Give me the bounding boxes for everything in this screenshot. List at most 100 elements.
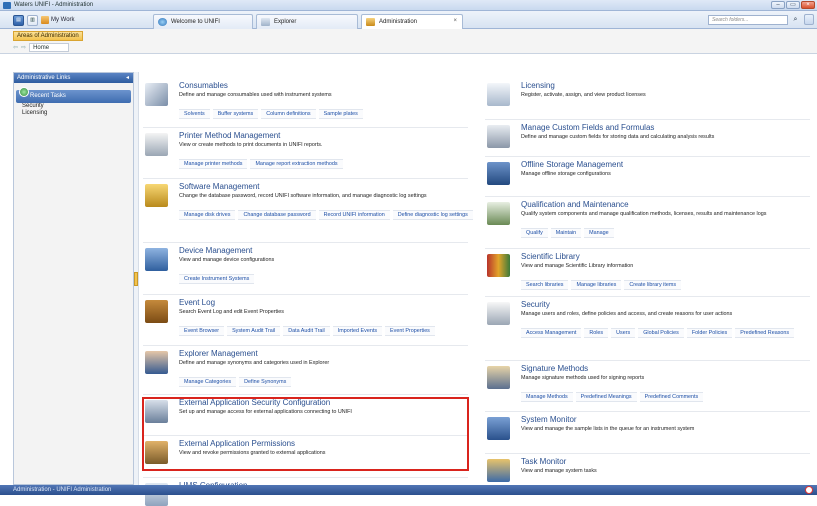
maximize-button[interactable]: ▭ [786, 1, 800, 9]
tab-administration[interactable]: Administration × [361, 14, 463, 29]
section-title[interactable]: Software Management [179, 182, 260, 191]
link-define-synonyms[interactable]: Define Synonyms [239, 377, 292, 387]
splitter-grip[interactable] [134, 272, 138, 286]
section-description: Change the database password, record UNI… [179, 193, 427, 199]
section-divider [143, 242, 468, 243]
link-manage-disk-drives[interactable]: Manage disk drives [179, 210, 236, 220]
minimize-button[interactable]: – [771, 1, 785, 9]
section-title[interactable]: Signature Methods [521, 364, 588, 373]
link-change-database-password[interactable]: Change database password [238, 210, 316, 220]
sidebar-item-licensing[interactable]: Licensing [14, 110, 133, 117]
link-imported-events[interactable]: Imported Events [332, 326, 383, 336]
link-solvents[interactable]: Solvents [179, 109, 210, 119]
notification-icon[interactable] [805, 486, 813, 494]
status-bar: Administration - UNIFI Administration [0, 485, 817, 495]
section-description: View and manage Scientific Library infor… [521, 263, 634, 269]
forward-arrow-icon[interactable]: ⇨ [21, 44, 26, 51]
link-sample-plates[interactable]: Sample plates [318, 109, 363, 119]
link-manage-categories[interactable]: Manage Categories [179, 377, 237, 387]
explorer-icon [261, 18, 270, 26]
section-title[interactable]: Licensing [521, 81, 555, 90]
link-column-definitions[interactable]: Column definitions [261, 109, 316, 119]
qualification-icon [487, 202, 510, 225]
close-tab-icon[interactable]: × [453, 18, 457, 24]
link-event-browser[interactable]: Event Browser [179, 326, 225, 336]
collapse-panel-icon[interactable]: ◂ [126, 73, 129, 83]
link-predefined-comments[interactable]: Predefined Comments [639, 392, 704, 402]
areas-of-administration-label: Areas of Administration [13, 31, 83, 41]
layout-menu-button[interactable]: ▥ [27, 14, 38, 26]
section-links: Manage disk drives Change database passwo… [179, 210, 479, 220]
section-title[interactable]: Offline Storage Management [521, 160, 623, 169]
section-links: Solvents Buffer systems Column definitions… [179, 109, 479, 119]
link-manage-report-extraction-methods[interactable]: Manage report extraction methods [250, 159, 343, 169]
back-arrow-icon[interactable]: ⇦ [13, 44, 18, 51]
link-data-audit-trail[interactable]: Data Audit Trail [283, 326, 330, 336]
section-title[interactable]: Device Management [179, 246, 252, 255]
section-divider [143, 394, 468, 395]
link-global-policies[interactable]: Global Policies [638, 328, 684, 338]
link-users[interactable]: Users [611, 328, 636, 338]
link-access-management[interactable]: Access Management [521, 328, 582, 338]
section-divider [143, 294, 468, 295]
section-links: Access Management Roles Users Global Polici… [521, 328, 817, 338]
administration-icon [366, 18, 375, 26]
link-manage-libraries[interactable]: Manage libraries [571, 280, 622, 290]
section-title[interactable]: Consumables [179, 81, 228, 90]
link-predefined-reasons[interactable]: Predefined Reasons [735, 328, 795, 338]
section-title[interactable]: Qualification and Maintenance [521, 200, 629, 209]
link-system-audit-trail[interactable]: System Audit Trail [227, 326, 281, 336]
section-title[interactable]: Explorer Management [179, 349, 258, 358]
recent-tasks-label: Recent Tasks [30, 93, 66, 99]
tab-explorer[interactable]: Explorer [256, 14, 358, 29]
link-define-diagnostic-log-settings[interactable]: Define diagnostic log settings [392, 210, 473, 220]
section-description: View and manage system tasks [521, 468, 597, 474]
section-title[interactable]: Scientific Library [521, 252, 580, 261]
section-title[interactable]: System Monitor [521, 415, 577, 424]
link-buffer-systems[interactable]: Buffer systems [212, 109, 259, 119]
tab-label: Explorer [274, 19, 297, 25]
my-work-icon [41, 16, 49, 24]
close-window-button[interactable]: × [801, 1, 815, 9]
sidebar-item-security[interactable]: Security [14, 103, 133, 110]
section-title[interactable]: Security [521, 300, 550, 309]
link-manage-printer-methods[interactable]: Manage printer methods [179, 159, 248, 169]
help-icon[interactable] [804, 14, 814, 25]
section-title[interactable]: Manage Custom Fields and Formulas [521, 123, 654, 132]
areas-bar: Areas of Administration ⇦ ⇨ Home [0, 29, 817, 54]
search-folders-input[interactable]: Search folders... [708, 15, 788, 25]
my-work-button[interactable]: My Work [41, 16, 75, 24]
section-links: Event Browser System Audit Trail Data Audi… [179, 326, 479, 336]
section-title[interactable]: Task Monitor [521, 457, 566, 466]
tab-welcome[interactable]: Welcome to UNIFI [153, 14, 253, 29]
tab-label: Welcome to UNIFI [171, 19, 220, 25]
link-predefined-meanings[interactable]: Predefined Meanings [575, 392, 637, 402]
section-divider [485, 196, 810, 197]
device-icon [145, 248, 168, 271]
section-divider [143, 127, 468, 128]
breadcrumb-home[interactable]: Home [29, 43, 70, 52]
link-qualify[interactable]: Qualify [521, 228, 548, 238]
user-folder-icon [145, 351, 168, 374]
section-divider [485, 296, 810, 297]
view-menu-button[interactable]: ▤ [13, 14, 24, 26]
search-icon[interactable]: ⌕ [790, 14, 801, 25]
link-create-library-items[interactable]: Create library items [624, 280, 682, 290]
link-maintain[interactable]: Maintain [550, 228, 582, 238]
link-create-instrument-systems[interactable]: Create Instrument Systems [179, 274, 255, 284]
section-description: Search Event Log and edit Event Properti… [179, 309, 284, 315]
security-shield-icon [487, 302, 510, 325]
link-roles[interactable]: Roles [584, 328, 609, 338]
section-description: Define and manage consumables used with … [179, 92, 332, 98]
link-folder-policies[interactable]: Folder Policies [686, 328, 733, 338]
link-manage[interactable]: Manage [584, 228, 614, 238]
link-record-unifi-information[interactable]: Record UNIFI information [318, 210, 390, 220]
status-text: Administration - UNIFI Administration [13, 487, 112, 493]
signature-icon [487, 366, 510, 389]
link-event-properties[interactable]: Event Properties [385, 326, 435, 336]
section-title[interactable]: Printer Method Management [179, 131, 280, 140]
link-manage-methods[interactable]: Manage Methods [521, 392, 573, 402]
link-search-libraries[interactable]: Search libraries [521, 280, 569, 290]
section-title[interactable]: Event Log [179, 298, 215, 307]
sidebar-title: Administrative Links [17, 75, 71, 81]
